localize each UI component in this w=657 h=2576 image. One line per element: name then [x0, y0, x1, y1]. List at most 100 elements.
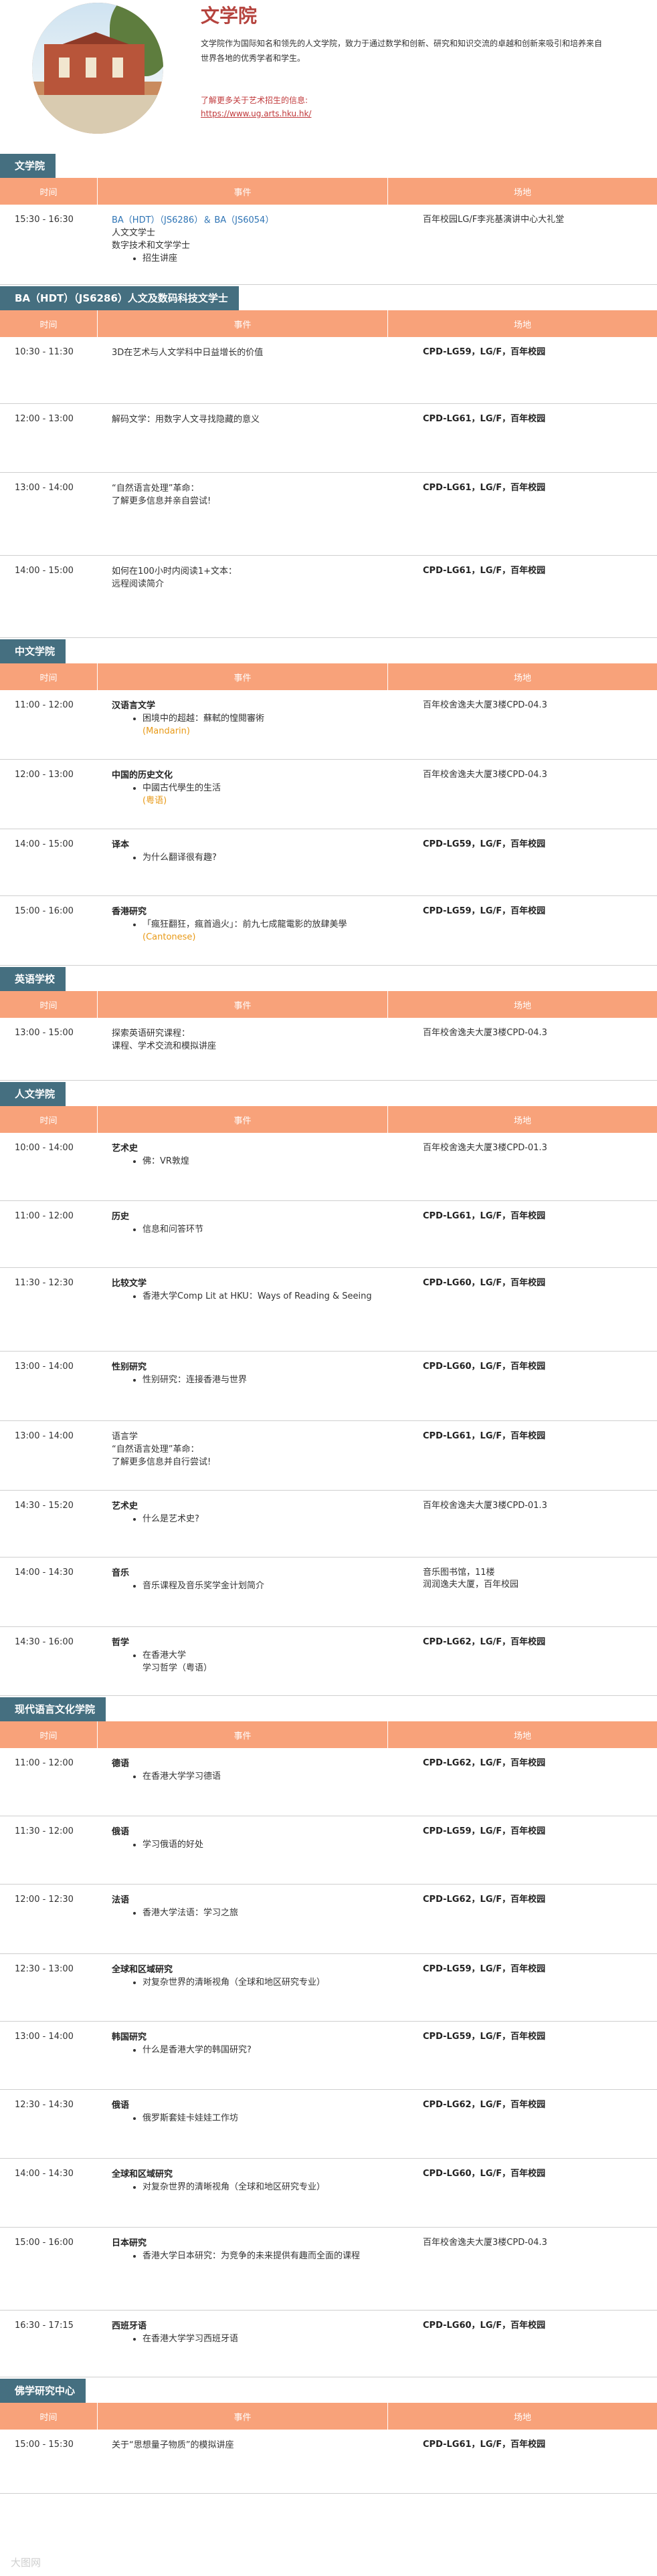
row-event: 中国的历史文化中國古代學生的生活 (粤语)	[97, 769, 388, 829]
row-venue: CPD-LG62，LG/F，百年校园	[423, 1637, 546, 1647]
header-time: 时间	[39, 1731, 58, 1741]
event-subject: 日本研究	[112, 2238, 147, 2248]
table-row: 11:00 - 12:00 德语在香港大学学习德语 CPD-LG62，LG/F，百年…	[0, 1748, 657, 1816]
header-venue: 场地	[513, 1731, 531, 1741]
row-venue: CPD-LG61，LG/F，百年校园	[423, 483, 546, 493]
campus-photo	[32, 3, 163, 134]
row-event: 解码文学：用数字人文寻找隐藏的意义	[97, 413, 388, 472]
section: 中文学院时间 事件 场地 11:00 - 12:00 汉语言文学困境中的超越：蘇軾的惶閱…	[0, 639, 657, 966]
event-detail: 在香港大学	[143, 1649, 388, 1662]
table-row: 13:00 - 15:00 探索英语研究课程： 课程、学术交流和模拟讲座 百年校舍逸夫…	[0, 1018, 657, 1081]
row-venue: CPD-LG59，LG/F，百年校园	[423, 839, 546, 849]
event-subject: 韩国研究	[112, 2032, 147, 2042]
row-venue: CPD-LG62，LG/F，百年校园	[423, 1758, 546, 1768]
event-line: 了解更多信息并亲自尝试!	[112, 496, 211, 506]
table-row: 12:30 - 13:00 全球和区域研究对复杂世界的清晰视角（全球和地区研究专业…	[0, 1954, 657, 2022]
event-subject: 音乐	[112, 1568, 130, 1578]
row-venue: 百年校园LG/F李兆基演讲中心大礼堂	[423, 215, 565, 225]
row-time: 15:30 - 16:30	[15, 215, 74, 225]
event-detail: 佛：VR敦煌	[143, 1155, 388, 1168]
event-subject: 全球和区域研究	[112, 2169, 173, 2179]
row-event: 比较文学香港大学Comp Lit at HKU：Ways of Reading …	[97, 1277, 388, 1351]
row-event: 译本为什么翻译很有趣?	[97, 839, 388, 895]
more-info-label: 了解更多关于艺术招生的信息:	[201, 96, 308, 105]
row-event: 全球和区域研究对复杂世界的清晰视角（全球和地区研究专业）	[97, 2168, 388, 2227]
row-time: 13:00 - 15:00	[15, 1028, 74, 1038]
event-detail: 中國古代學生的生活	[143, 782, 388, 794]
row-event: 艺术史什么是艺术史?	[97, 1500, 388, 1557]
table-row: 11:00 - 12:00 汉语言文学困境中的超越：蘇軾的惶閱審術(Mandari…	[0, 690, 657, 760]
event-subject: 香港研究	[112, 907, 147, 917]
section-title: BA（HDT）（JS6286）人文及数码科技文学士	[0, 286, 239, 310]
event-subject: 西班牙语	[112, 2321, 147, 2331]
event-detail: 什么是香港大学的韩国研究?	[143, 2044, 388, 2056]
row-venue: 百年校舍逸夫大厦3楼CPD-01.3	[423, 1501, 547, 1511]
event-subject: 德语	[112, 1759, 130, 1769]
row-time: 14:00 - 15:00	[15, 566, 74, 576]
table-row: 16:30 - 17:15 西班牙语在香港大学学习西班牙语 CPD-LG60，LG/…	[0, 2311, 657, 2377]
row-time: 14:00 - 15:00	[15, 839, 74, 849]
event-detail: 在香港大学学习西班牙语	[143, 2333, 388, 2345]
row-venue: CPD-LG59，LG/F，百年校园	[423, 1964, 546, 1974]
event-detail: 香港大学法语：学习之旅	[143, 1907, 388, 1919]
table-row: 14:00 - 15:00 如何在100小时内阅读1+文本： 远程阅读简介 CPD-L…	[0, 556, 657, 638]
event-line: (Cantonese)	[143, 932, 196, 942]
row-event: 德语在香港大学学习德语	[97, 1757, 388, 1816]
event-line: BA（HDT）（JS6286）＆ BA（JS6054）	[112, 215, 274, 225]
table-row: 12:00 - 12:30 法语香港大学法语：学习之旅 CPD-LG62，LG/F，…	[0, 1885, 657, 1954]
table-row: 12:00 - 13:00 中国的历史文化中國古代學生的生活 (粤语) 百年校舍逸夫大…	[0, 760, 657, 829]
section: 文学院 时间 事件 场地 15:30 - 16:30 BA（HDT）（JS6286）＆ B…	[0, 154, 657, 285]
row-event: 艺术史佛：VR敦煌	[97, 1142, 388, 1200]
row-venue: CPD-LG59，LG/F，百年校园	[423, 1826, 546, 1836]
event-line: 关于“思想量子物质”的模拟讲座	[112, 2440, 234, 2450]
row-venue: CPD-LG59，LG/F，百年校园	[423, 347, 546, 357]
event-detail: 困境中的超越：蘇軾的惶閱審術	[143, 712, 388, 725]
section: 现代语言文化学院时间 事件 场地 11:00 - 12:00 德语在香港大学学习德语 CP…	[0, 1697, 657, 2377]
admissions-link[interactable]: https://www.ug.arts.hku.hk/	[201, 107, 311, 120]
event-detail: 对复杂世界的清晰视角（全球和地区研究专业）	[143, 2181, 388, 2193]
row-event: 探索英语研究课程： 课程、学术交流和模拟讲座	[97, 1027, 388, 1080]
header-venue: 场地	[513, 187, 531, 198]
section-title: 人文学院	[0, 1082, 66, 1106]
table-row: 14:30 - 16:00 哲学在香港大学学习哲学（粤语） CPD-LG62，LG/…	[0, 1627, 657, 1696]
row-venue: CPD-LG60，LG/F，百年校园	[423, 1278, 546, 1288]
table-header: 时间 事件 场地	[0, 1106, 657, 1133]
event-detail: 信息和问答环节	[143, 1223, 388, 1236]
event-line: “自然语言处理”革命：	[112, 1444, 199, 1455]
header-time: 时间	[39, 2412, 58, 2423]
row-time: 11:30 - 12:30	[15, 1278, 74, 1288]
row-time: 11:00 - 12:00	[15, 1211, 74, 1221]
event-detail: 招生讲座	[143, 252, 388, 265]
event-subject: 哲学	[112, 1638, 130, 1648]
row-venue: CPD-LG61，LG/F，百年校园	[423, 1431, 546, 1441]
row-venue: 百年校舍逸夫大厦3楼CPD-04.3	[423, 2238, 547, 2248]
row-time: 12:00 - 12:30	[15, 1895, 74, 1905]
event-detail: 「瘋狂翻狂，瘋首過火」：前九七成龍電影的放肆美學	[143, 918, 388, 931]
event-line: 探索英语研究课程：	[112, 1029, 191, 1039]
table-row: 13:00 - 14:00 性别研究性别研究：连接香港与世界 CPD-LG60，LG…	[0, 1352, 657, 1421]
row-time: 15:00 - 15:30	[15, 2440, 74, 2450]
section: 人文学院时间事件场地10:00 - 14:00艺术史佛：VR敦煌百年校舍逸夫大厦…	[0, 1082, 657, 1696]
row-time: 12:00 - 13:00	[15, 770, 74, 780]
row-time: 15:00 - 16:00	[15, 906, 74, 916]
header-time: 时间	[39, 673, 58, 683]
row-event: 哲学在香港大学学习哲学（粤语）	[97, 1636, 388, 1695]
header-event: 事件	[97, 178, 388, 205]
event-line: (Mandarin)	[143, 726, 190, 736]
row-event: 西班牙语在香港大学学习西班牙语	[97, 2320, 388, 2377]
table-row: 10:00 - 14:00 艺术史佛：VR敦煌 百年校舍逸夫大厦3楼CPD-01.3	[0, 1133, 657, 1201]
header-event: 事件	[97, 2403, 388, 2430]
table-row: 14:00 - 14:30 音乐音乐课程及音乐奖学金计划简介 音乐图书馆，11楼 润…	[0, 1558, 657, 1627]
event-line: 语言学	[112, 1432, 138, 1442]
row-venue: CPD-LG59，LG/F，百年校园	[423, 906, 546, 916]
row-time: 12:00 - 13:00	[15, 414, 74, 424]
schedule: 文学院 时间 事件 场地 15:30 - 16:30 BA（HDT）（JS6286）＆ B…	[0, 154, 657, 2494]
row-event: 日本研究香港大学日本研究：为竞争的未来提供有趣而全面的课程	[97, 2237, 388, 2310]
header-venue: 场地	[513, 1000, 531, 1011]
section-title: 现代语言文化学院	[0, 1697, 106, 1721]
table-row: 11:00 - 12:00 历史信息和问答环节 CPD-LG61，LG/F，百年校园	[0, 1201, 657, 1268]
table-header: 时间 事件 场地	[0, 991, 657, 1018]
event-detail: 香港大学Comp Lit at HKU：Ways of Reading & Se…	[143, 1290, 388, 1303]
row-venue: 百年校舍逸夫大厦3楼CPD-01.3	[423, 1143, 547, 1153]
event-detail: 对复杂世界的清晰视角（全球和地区研究专业）	[143, 1976, 388, 1989]
